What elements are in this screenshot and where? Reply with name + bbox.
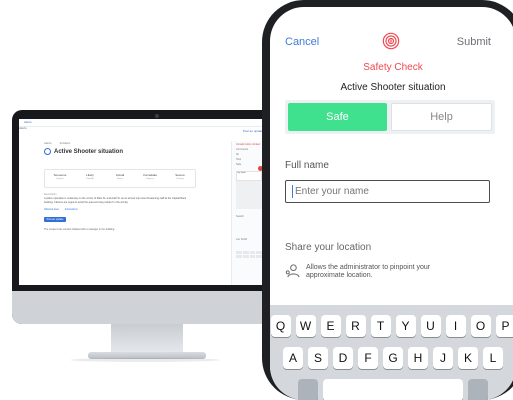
key-j[interactable]: J xyxy=(433,347,453,369)
attribute-card: ActualStatus xyxy=(105,170,135,187)
desktop-screen: Alerts Alerts Post an update Alerts Inci… xyxy=(19,119,295,285)
key-l[interactable]: L xyxy=(483,347,503,369)
phone-screen: Cancel Submit Safety Check Active Shoote… xyxy=(270,7,513,400)
stand-shadow xyxy=(70,358,220,362)
full-name-input[interactable] xyxy=(285,180,490,203)
attribute-card: SevereSeverity xyxy=(165,170,195,187)
fingerprint-icon xyxy=(382,32,400,50)
camera-dot xyxy=(155,114,159,118)
keyboard-row-1: Q W E R T Y U I O P xyxy=(270,315,513,337)
help-button[interactable]: Help xyxy=(391,103,492,131)
post-update-button[interactable]: Post an update xyxy=(44,217,66,222)
key-u[interactable]: U xyxy=(421,315,441,337)
key-f[interactable]: F xyxy=(358,347,378,369)
incident-attributes: SomeoneReports LikelyProbable ActualStat… xyxy=(44,169,196,188)
breadcrumb-item[interactable]: Alerts xyxy=(44,141,52,145)
phone: Cancel Submit Safety Check Active Shoote… xyxy=(262,0,513,400)
key-y[interactable]: Y xyxy=(396,315,416,337)
full-name-label: Full name xyxy=(285,160,329,171)
monitor-chin xyxy=(12,291,302,324)
key-q[interactable]: Q xyxy=(271,315,291,337)
key-w[interactable]: W xyxy=(296,315,316,337)
person-pin-icon xyxy=(285,263,300,279)
key-k[interactable]: K xyxy=(458,347,478,369)
safe-button[interactable]: Safe xyxy=(288,103,387,131)
key-r[interactable]: R xyxy=(346,315,366,337)
onscreen-keyboard: Q W E R T Y U I O P A S D F G H J K L xyxy=(270,305,513,400)
key-s[interactable]: S xyxy=(308,347,328,369)
submit-button[interactable]: Submit xyxy=(457,36,491,48)
description-text: A police operation is underway on the co… xyxy=(44,197,194,204)
key-h[interactable]: H xyxy=(408,347,428,369)
incident-title: Active Shooter situation xyxy=(44,148,229,155)
log-entry: The suspect has contact initiated with a… xyxy=(44,228,229,231)
breadcrumb-item[interactable]: Incident xyxy=(60,141,71,145)
keyboard-row-3 xyxy=(270,379,513,400)
key-o[interactable]: O xyxy=(471,315,491,337)
description-label: Description xyxy=(44,193,229,196)
share-location-description: Allows the administrator to pinpoint you… xyxy=(306,264,466,280)
desktop-topbar: Alerts xyxy=(19,119,295,127)
status-icon xyxy=(44,148,51,155)
mini-map[interactable] xyxy=(236,177,264,209)
monitor-stand-neck xyxy=(111,324,183,354)
mini-keys xyxy=(236,251,262,258)
tab-affected-area[interactable]: Affected area xyxy=(44,208,59,211)
key-t[interactable]: T xyxy=(371,315,391,337)
key-g[interactable]: G xyxy=(383,347,403,369)
desktop-monitor: Alerts Alerts Post an update Alerts Inci… xyxy=(12,110,302,324)
text-caret xyxy=(292,185,293,198)
key-d[interactable]: D xyxy=(333,347,353,369)
attribute-card: SomeoneReports xyxy=(45,170,75,187)
post-update-link[interactable]: Post an update xyxy=(243,129,263,133)
side-search[interactable]: Search xyxy=(236,215,244,218)
backspace-key[interactable] xyxy=(468,379,488,400)
attribute-card: LikelyProbable xyxy=(75,170,105,187)
attribute-card: ImmediateUrgency xyxy=(135,170,165,187)
user-card-2[interactable]: Joe Smith xyxy=(236,238,247,241)
incident-main: Alerts Incident Active Shooter situation… xyxy=(44,141,229,231)
page-title: Safety Check xyxy=(270,62,513,73)
key-i[interactable]: I xyxy=(446,315,466,337)
key-e[interactable]: E xyxy=(321,315,341,337)
key-a[interactable]: A xyxy=(283,347,303,369)
status-segmented-control: Safe Help xyxy=(285,100,495,134)
keyboard-row-2: A S D F G H J K L xyxy=(270,347,513,369)
key-row-3-letters[interactable] xyxy=(323,379,463,400)
shift-key[interactable] xyxy=(298,379,318,400)
cancel-button[interactable]: Cancel xyxy=(285,36,319,48)
key-p[interactable]: P xyxy=(496,315,513,337)
back-link[interactable]: Alerts xyxy=(24,120,32,124)
user-card[interactable]: Jay Smith xyxy=(236,171,262,181)
share-location-label: Share your location xyxy=(285,242,371,253)
tab-instructions[interactable]: Instructions xyxy=(65,208,78,211)
incident-subtitle: Active Shooter situation xyxy=(270,82,513,93)
breadcrumb: Alerts Incident xyxy=(44,141,229,145)
incident-title-text: Active Shooter situation xyxy=(54,149,123,155)
alerts-nav-label[interactable]: Alerts xyxy=(19,127,29,137)
incident-tabs: Affected area Instructions xyxy=(44,208,229,211)
